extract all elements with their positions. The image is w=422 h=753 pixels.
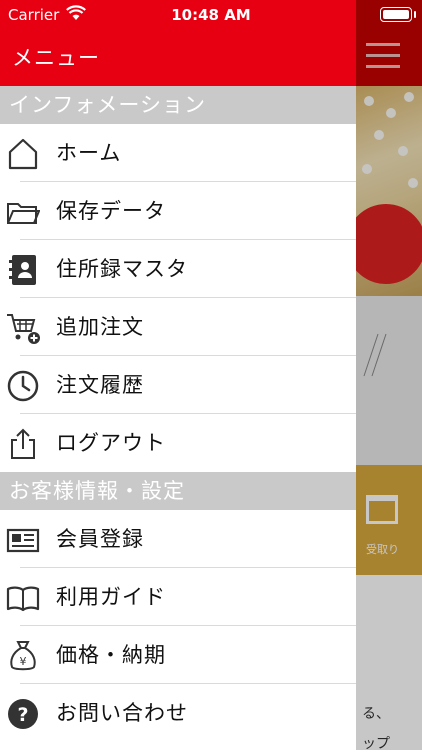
cart-add-icon	[7, 314, 40, 344]
menu-item-label: 住所録マスタ	[56, 257, 188, 281]
status-bar: Carrier 10:48 AM	[0, 0, 422, 30]
section-header-information: インフォメーション	[0, 86, 356, 124]
menu-item-contact[interactable]: ? お問い合わせ	[0, 684, 356, 742]
menu-item-order-history[interactable]: 注文履歴	[0, 356, 356, 414]
menu-item-label: 保存データ	[56, 199, 166, 223]
battery-icon	[380, 7, 416, 22]
share-out-icon	[11, 428, 35, 459]
menu-item-label: 利用ガイド	[56, 585, 166, 609]
menu-item-price-delivery[interactable]: ¥ 価格・納期	[0, 626, 356, 684]
svg-text:¥: ¥	[20, 655, 27, 668]
menu-item-address-book[interactable]: 住所録マスタ	[0, 240, 356, 298]
menu-item-additional-order[interactable]: 追加注文	[0, 298, 356, 356]
home-icon	[8, 138, 38, 170]
menu-item-logout[interactable]: ログアウト	[0, 414, 356, 472]
dim-overlay[interactable]	[356, 0, 422, 750]
menu-item-label: 追加注文	[56, 315, 144, 339]
clock-icon	[7, 370, 39, 402]
menu-item-label: 注文履歴	[56, 373, 144, 397]
address-book-icon	[9, 255, 36, 285]
menu-item-label: お問い合わせ	[56, 701, 188, 725]
menu-item-member-registration[interactable]: 会員登録	[0, 510, 356, 568]
svg-text:?: ?	[17, 704, 28, 726]
menu-item-label: 会員登録	[56, 527, 144, 551]
menu-item-label: ログアウト	[56, 431, 166, 455]
status-time: 10:48 AM	[171, 6, 251, 24]
menu-item-home[interactable]: ホーム	[0, 124, 356, 182]
question-icon: ?	[8, 699, 38, 729]
money-bag-icon: ¥	[10, 641, 36, 671]
folder-icon	[7, 203, 40, 224]
section-header-customer-settings: お客様情報・設定	[0, 472, 356, 510]
id-card-icon	[6, 528, 40, 553]
menu-item-saved-data[interactable]: 保存データ	[0, 182, 356, 240]
side-drawer: メニュー インフォメーション ホーム 保存データ 住所録マスタ 追加注文 注文履…	[0, 0, 356, 750]
book-icon	[6, 586, 40, 612]
menu-item-user-guide[interactable]: 利用ガイド	[0, 568, 356, 626]
menu-item-label: 価格・納期	[56, 643, 166, 667]
menu-item-label: ホーム	[56, 141, 122, 165]
drawer-title: メニュー	[12, 46, 100, 70]
